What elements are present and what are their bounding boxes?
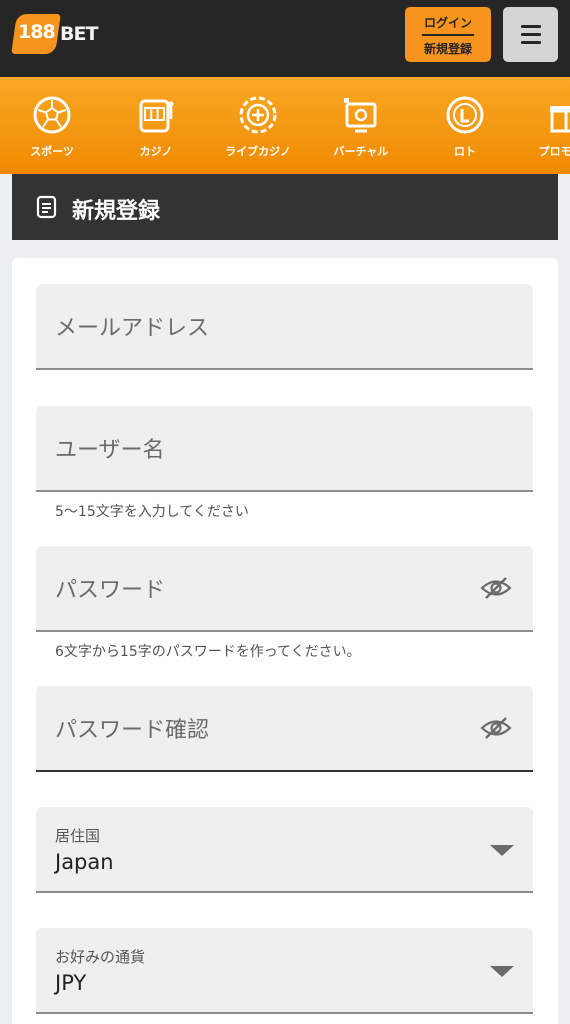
chevron-down-icon (490, 966, 514, 977)
email-placeholder: メールアドレス (55, 316, 210, 341)
password-confirm-placeholder: パスワード確認 (55, 718, 210, 743)
nav-label-live-casino: ライブカジノ (225, 145, 291, 158)
nav-item-sports[interactable]: スポーツ (0, 77, 104, 174)
hamburger-menu-button[interactable] (503, 7, 558, 62)
nav-item-live-casino[interactable]: ライブカジノ (206, 77, 310, 174)
registration-form: メールアドレス ユーザー名 5～15文字を入力してください パスワード 6文字か… (12, 258, 558, 1024)
nav-item-lotto[interactable]: ロト (413, 77, 517, 174)
nav-label-virtual: バーチャル (333, 145, 389, 158)
login-label[interactable]: ログイン (405, 14, 491, 31)
auth-divider (422, 34, 474, 36)
promotion-icon (550, 106, 570, 133)
nav-label-promotions: プロモーシ (538, 145, 570, 158)
country-select[interactable]: 居住国 Japan (36, 807, 533, 893)
country-value: Japan (55, 850, 114, 874)
nav-label-casino: カジノ (139, 145, 173, 158)
password-help-text: 6文字から15字のパスワードを作ってください。 (55, 644, 361, 660)
logo-text: BET (60, 23, 98, 45)
register-label[interactable]: 新規登録 (405, 40, 491, 57)
country-label: 居住国 (55, 827, 101, 845)
logo-number: 188 (18, 21, 56, 43)
nav-item-promotions[interactable]: プロモーシ (514, 77, 570, 174)
page-title-bar: 新規登録 (12, 174, 558, 240)
password-field[interactable]: パスワード (36, 546, 533, 632)
slot-machine-icon (139, 99, 174, 133)
nav-item-virtual[interactable]: バーチャル (309, 77, 413, 174)
lotto-ball-icon (446, 96, 484, 134)
virtual-screen-icon (344, 98, 377, 133)
hamburger-icon-line (521, 41, 541, 44)
casino-chip-icon (239, 96, 277, 134)
username-placeholder: ユーザー名 (55, 438, 165, 463)
nav-label-sports: スポーツ (30, 145, 74, 158)
product-nav: スポーツ カジノ ライブカジノ バーチャル ロト プロモ (0, 77, 570, 174)
document-icon (36, 195, 57, 219)
hamburger-icon (521, 25, 541, 28)
hamburger-icon-line (521, 33, 541, 36)
password-confirm-field[interactable]: パスワード確認 (36, 686, 533, 772)
top-header: 188 BET ログイン 新規登録 (0, 0, 570, 77)
eye-off-icon[interactable] (480, 716, 512, 740)
chevron-down-icon (490, 845, 514, 856)
username-field[interactable]: ユーザー名 (36, 406, 533, 492)
188bet-logo[interactable]: 188 BET (11, 14, 98, 54)
login-register-button[interactable]: ログイン 新規登録 (405, 7, 491, 62)
currency-select[interactable]: お好みの通貨 JPY (36, 928, 533, 1014)
soccer-ball-icon (33, 96, 71, 134)
currency-value: JPY (55, 971, 87, 995)
eye-off-icon[interactable] (480, 576, 512, 600)
nav-item-casino[interactable]: カジノ (104, 77, 208, 174)
page-title: 新規登録 (72, 199, 161, 224)
password-placeholder: パスワード (55, 578, 166, 603)
nav-label-lotto: ロト (454, 145, 476, 158)
currency-label: お好みの通貨 (55, 948, 146, 966)
username-help-text: 5～15文字を入力してください (55, 504, 249, 520)
email-field[interactable]: メールアドレス (36, 284, 533, 370)
